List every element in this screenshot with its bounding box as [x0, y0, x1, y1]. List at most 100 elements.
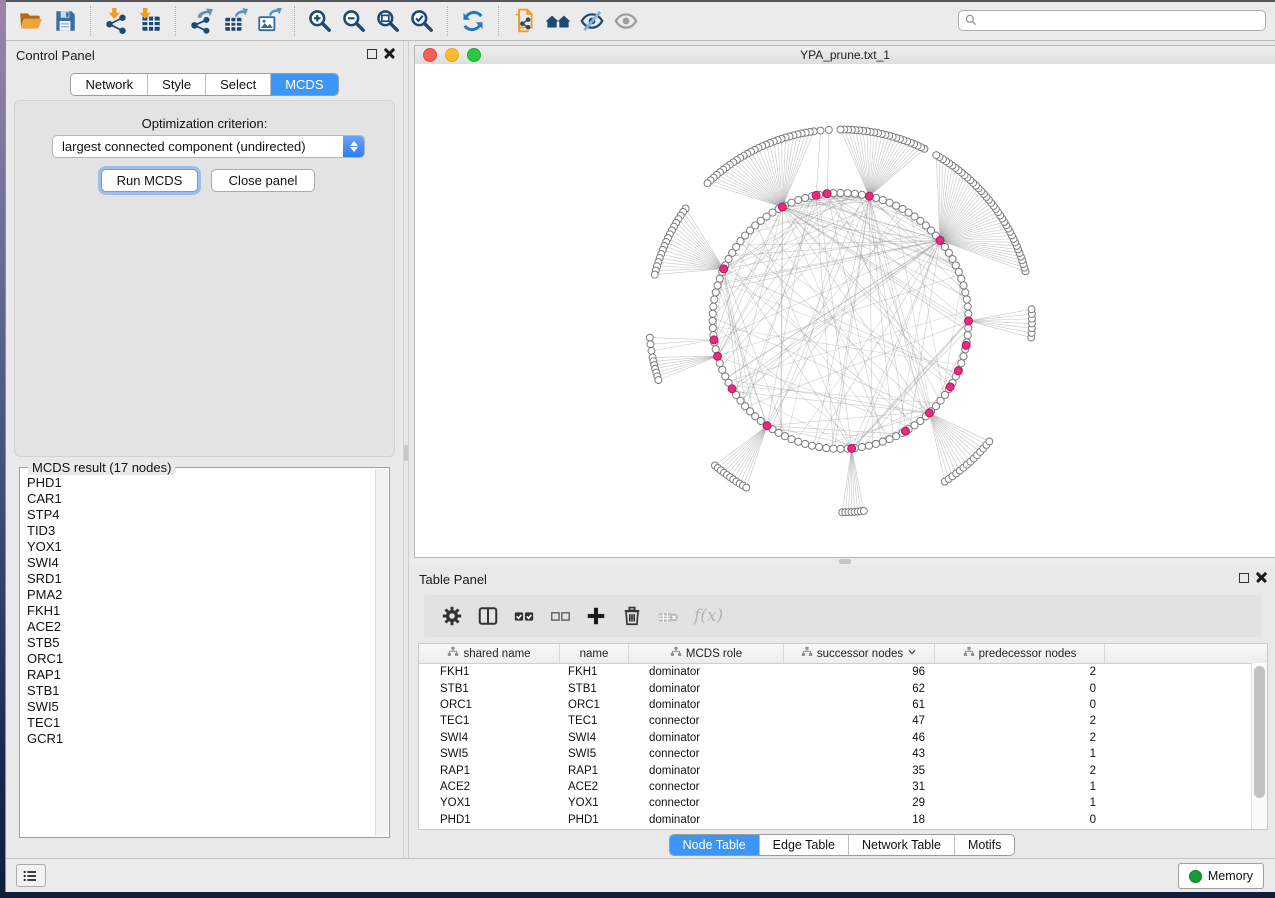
mcds-result-box: MCDS result (17 nodes) PHD1CAR1STP4TID3Y… [19, 467, 390, 838]
mcds-result-item[interactable]: FKH1 [27, 603, 376, 619]
column-header-name[interactable]: name [560, 644, 629, 663]
cell-shared-name: ACE2 [419, 781, 560, 793]
table-row[interactable]: SWI5SWI5connector431 [419, 746, 1267, 762]
sort-descending-icon [907, 647, 917, 657]
table-row[interactable]: TEC1TEC1connector472 [419, 713, 1267, 729]
deselect-all-button[interactable] [544, 600, 576, 632]
close-panel-button[interactable]: Close panel [211, 169, 315, 192]
column-header-predecessor-nodes[interactable]: predecessor nodes [935, 644, 1105, 663]
network-canvas[interactable] [415, 64, 1275, 557]
mcds-result-item[interactable]: PMA2 [27, 587, 376, 603]
mcds-result-scrollbar[interactable] [375, 469, 388, 836]
node-table-scrollbar[interactable] [1251, 663, 1267, 829]
mcds-result-item[interactable]: TEC1 [27, 715, 376, 731]
mcds-result-item[interactable]: YOX1 [27, 539, 376, 555]
network-from-selection-button[interactable] [507, 6, 541, 36]
cell-name: ORC1 [560, 699, 629, 711]
close-panel-icon[interactable] [384, 48, 395, 59]
mcds-result-item[interactable]: SWI5 [27, 699, 376, 715]
float-table-panel-icon[interactable] [1239, 573, 1249, 583]
show-all-button[interactable] [609, 6, 643, 36]
vertical-split-handle[interactable] [404, 445, 408, 461]
toolbar-group [91, 6, 176, 36]
zoom-out-button[interactable] [337, 6, 371, 36]
control-panel: Control Panel NetworkStyleSelectMCDS Opt… [6, 41, 403, 858]
cell-name: YOX1 [560, 797, 629, 809]
export-network-button[interactable] [184, 6, 218, 36]
zoom-selected-button[interactable] [405, 6, 439, 36]
add-row-button[interactable] [580, 600, 612, 632]
list-icon [22, 868, 38, 884]
mcds-result-item[interactable]: STB5 [27, 635, 376, 651]
import-network-button[interactable] [99, 6, 133, 36]
mcds-result-item[interactable]: STB1 [27, 683, 376, 699]
column-header-MCDS-role[interactable]: MCDS role [629, 644, 784, 663]
mcds-result-item[interactable]: TID3 [27, 523, 376, 539]
table-row[interactable]: RAP1RAP1dominator352 [419, 762, 1267, 778]
mcds-result-item[interactable]: SWI4 [27, 555, 376, 571]
column-label: predecessor nodes [979, 648, 1077, 660]
columns-button[interactable] [472, 600, 504, 632]
tab-edge-table[interactable]: Edge Table [760, 835, 849, 855]
tab-style[interactable]: Style [148, 74, 206, 95]
save-session-button[interactable] [48, 6, 82, 36]
panel-list-button[interactable] [16, 864, 46, 887]
column-label: shared name [463, 648, 530, 660]
mcds-result-item[interactable]: ORC1 [27, 651, 376, 667]
table-row[interactable]: YOX1YOX1connector291 [419, 795, 1267, 811]
float-panel-icon[interactable] [367, 49, 377, 59]
close-table-panel-icon[interactable] [1256, 572, 1267, 583]
open-file-button[interactable] [14, 6, 48, 36]
mcds-result-item[interactable]: GCR1 [27, 731, 376, 747]
import-table-button[interactable] [133, 6, 167, 36]
column-header-shared-name[interactable]: shared name [419, 644, 560, 663]
table-row[interactable]: STB1STB1dominator620 [419, 680, 1267, 696]
hide-selected-button[interactable] [575, 6, 609, 36]
cell-name: ACE2 [560, 781, 629, 793]
mcds-result-item[interactable]: SRD1 [27, 571, 376, 587]
table-row[interactable]: PHD1PHD1dominator180 [419, 812, 1267, 828]
horizontal-split-handle[interactable] [839, 559, 851, 564]
tab-network[interactable]: Network [71, 74, 148, 95]
node-table-body: FKH1FKH1dominator962STB1STB1dominator620… [419, 664, 1267, 828]
cell-name: SWI4 [560, 732, 629, 744]
gear-button[interactable] [436, 600, 468, 632]
table-row[interactable]: ACE2ACE2connector311 [419, 779, 1267, 795]
first-neighbors-button[interactable] [541, 6, 575, 36]
table-row[interactable]: ORC1ORC1dominator610 [419, 697, 1267, 713]
zoom-fit-button[interactable] [371, 6, 405, 36]
mcds-result-item[interactable]: STP4 [27, 507, 376, 523]
run-mcds-button[interactable]: Run MCDS [101, 169, 198, 192]
export-table-button[interactable] [218, 6, 252, 36]
network-window-titlebar: YPA_prune.txt_1 [415, 46, 1275, 65]
tab-mcds[interactable]: MCDS [271, 74, 337, 95]
zoom-in-button[interactable] [303, 6, 337, 36]
memory-button[interactable]: Memory [1178, 863, 1264, 889]
cell-shared-name: PHD1 [419, 814, 560, 826]
table-row[interactable]: FKH1FKH1dominator962 [419, 664, 1267, 680]
node-table-scroll-thumb[interactable] [1254, 666, 1265, 798]
cell-MCDS-role: dominator [629, 683, 784, 695]
mcds-result-item[interactable]: CAR1 [27, 491, 376, 507]
search-input[interactable] [958, 10, 1266, 31]
cell-MCDS-role: dominator [629, 732, 784, 744]
delete-row-button[interactable] [616, 600, 648, 632]
network-graph[interactable] [415, 64, 1275, 557]
tab-network-table[interactable]: Network Table [849, 835, 955, 855]
mcds-result-list[interactable]: PHD1CAR1STP4TID3YOX1SWI4SRD1PMA2FKH1ACE2… [21, 475, 376, 836]
select-all-button[interactable] [508, 600, 540, 632]
export-image-button[interactable] [252, 6, 286, 36]
mcds-result-item[interactable]: ACE2 [27, 619, 376, 635]
columns-icon [477, 605, 499, 627]
mcds-result-item[interactable]: PHD1 [27, 475, 376, 491]
horizontal-split-divider[interactable] [409, 558, 1275, 565]
tab-select[interactable]: Select [206, 74, 271, 95]
tab-motifs[interactable]: Motifs [955, 835, 1014, 855]
mcds-result-item[interactable]: RAP1 [27, 667, 376, 683]
criterion-dropdown[interactable]: largest connected component (undirected) [52, 135, 365, 158]
cell-successor-nodes: 29 [784, 797, 935, 809]
column-header-successor-nodes[interactable]: successor nodes [784, 644, 935, 663]
table-row[interactable]: SWI4SWI4dominator462 [419, 730, 1267, 746]
tab-node-table[interactable]: Node Table [670, 835, 760, 855]
apply-layout-button[interactable] [456, 6, 490, 36]
